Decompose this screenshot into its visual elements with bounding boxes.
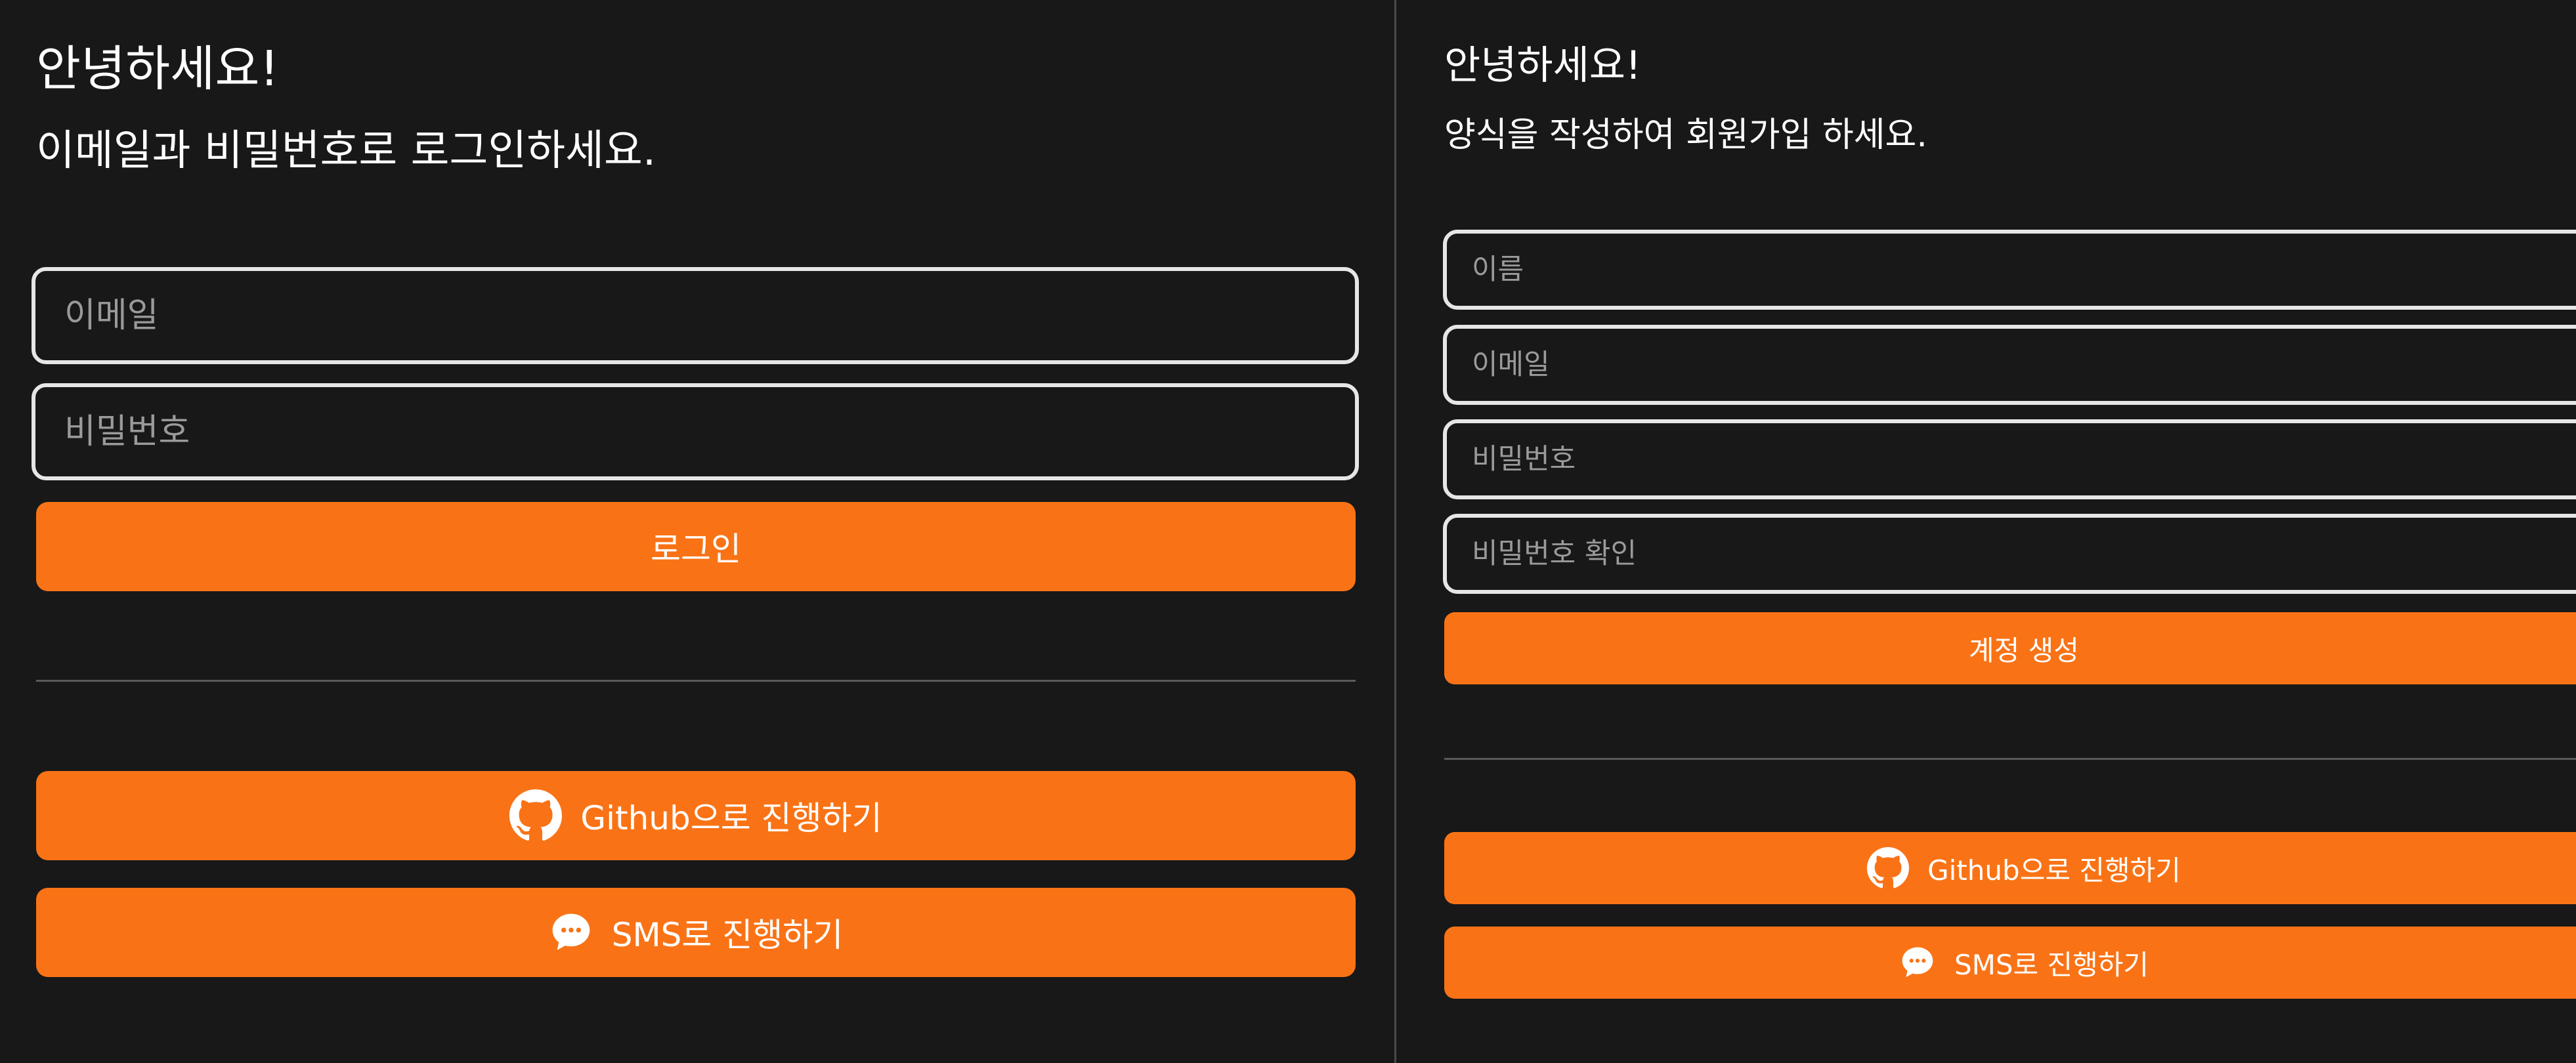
signup-email-input[interactable] xyxy=(1443,325,2576,405)
signup-password-input[interactable] xyxy=(1443,419,2576,499)
login-github-label: Github으로 진행하기 xyxy=(580,799,882,837)
login-github-button[interactable]: Github으로 진행하기 xyxy=(36,771,1356,860)
signup-panel: 안녕하세요! 양식을 작성하여 회원가입 하세요. 계정 생성 Github으로… xyxy=(1396,0,2576,1063)
signup-github-label: Github으로 진행하기 xyxy=(1927,854,2181,886)
signup-sms-button[interactable]: SMS로 진행하기 xyxy=(1444,927,2576,999)
signup-github-button[interactable]: Github으로 진행하기 xyxy=(1444,832,2576,904)
login-sms-label: SMS로 진행하기 xyxy=(611,916,844,954)
signup-name-input[interactable] xyxy=(1443,230,2576,310)
chat-bubble-icon xyxy=(549,910,593,955)
login-sms-button[interactable]: SMS로 진행하기 xyxy=(36,888,1356,977)
signup-subtitle: 양식을 작성하여 회원가입 하세요. xyxy=(1444,115,1927,155)
login-password-input[interactable] xyxy=(32,383,1359,480)
create-account-button[interactable]: 계정 생성 xyxy=(1444,612,2576,684)
signup-divider xyxy=(1444,758,2576,760)
login-divider xyxy=(36,680,1356,682)
login-panel: 안녕하세요! 이메일과 비밀번호로 로그인하세요. 로그인 Github으로 진… xyxy=(0,0,1394,1063)
login-subtitle: 이메일과 비밀번호로 로그인하세요. xyxy=(36,127,656,175)
login-button-label: 로그인 xyxy=(651,530,741,568)
github-icon xyxy=(1867,847,1910,889)
login-button[interactable]: 로그인 xyxy=(36,502,1356,591)
chat-bubble-icon xyxy=(1899,944,1936,981)
signup-password-confirm-input[interactable] xyxy=(1443,514,2576,594)
login-email-input[interactable] xyxy=(32,267,1359,364)
signup-sms-label: SMS로 진행하기 xyxy=(1954,948,2149,981)
create-account-label: 계정 생성 xyxy=(1969,634,2079,667)
signup-title: 안녕하세요! xyxy=(1444,43,1642,89)
github-icon xyxy=(509,789,563,842)
login-title: 안녕하세요! xyxy=(36,41,280,97)
